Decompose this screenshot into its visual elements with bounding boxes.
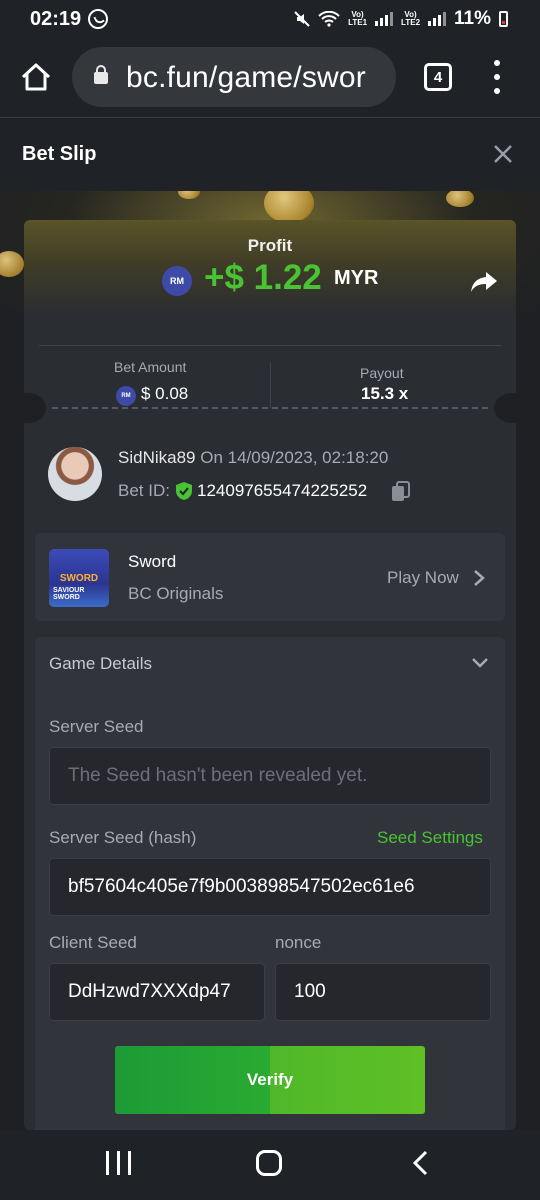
divider (270, 362, 271, 408)
close-icon[interactable] (492, 143, 514, 165)
payout-value: 15.3 x (361, 384, 409, 403)
thumb-subtitle: SAVIOUR SWORD (53, 587, 85, 601)
game-details-panel: Game Details Server Seed The Seed hasn't… (35, 637, 505, 1130)
shield-icon (176, 482, 192, 500)
recent-apps-icon[interactable] (106, 1151, 132, 1175)
lock-icon (94, 65, 108, 84)
nonce-label: nonce (275, 933, 322, 952)
tabs-icon[interactable]: 4 (424, 63, 452, 91)
bet-id-value: 124097655474225252 (197, 481, 368, 500)
lte1-icon: Vo) LTE1 (348, 10, 368, 27)
server-seed-hash-field[interactable]: bf57604c405e7f9b003898547502ec61e6 (49, 858, 491, 916)
menu-icon[interactable] (490, 60, 504, 94)
currency-badge: RM (116, 386, 136, 406)
game-row[interactable]: SWORD SAVIOUR SWORD Sword BC Originals P… (35, 533, 505, 621)
seed-settings-link[interactable]: Seed Settings (377, 828, 483, 848)
signal-1-icon (375, 12, 394, 26)
page-title: Bet Slip (22, 143, 97, 165)
url-text: bc.fun/game/swor (126, 61, 366, 94)
mute-icon (294, 11, 310, 27)
avatar[interactable] (48, 447, 102, 501)
address-bar[interactable]: bc.fun/game/swor (72, 47, 396, 107)
home-icon[interactable] (20, 62, 52, 92)
server-seed-hash-label: Server Seed (hash) (49, 828, 197, 847)
chevron-down-icon[interactable] (471, 657, 489, 669)
client-seed-label: Client Seed (49, 933, 137, 952)
currency-badge: RM (162, 266, 192, 296)
payout-label: Payout (360, 365, 404, 381)
bet-slip-header: Bet Slip (0, 119, 540, 191)
game-details-title[interactable]: Game Details (49, 654, 152, 674)
server-seed-field[interactable]: The Seed hasn't been revealed yet. (49, 747, 491, 805)
bet-id-label: Bet ID: (118, 481, 170, 500)
wifi-icon (318, 11, 340, 27)
bet-amount-value: $ 0.08 (141, 384, 189, 403)
play-now-link[interactable]: Play Now (387, 568, 459, 588)
dashed-separator (52, 407, 488, 409)
status-icons: Vo) LTE1 Vo) LTE2 11% (294, 8, 508, 30)
system-nav-bar (0, 1130, 540, 1200)
game-provider: BC Originals (128, 584, 224, 603)
battery-icon (499, 11, 508, 27)
whatsapp-icon (88, 9, 108, 29)
back-icon[interactable] (410, 1150, 430, 1176)
server-seed-label: Server Seed (49, 717, 144, 736)
thumb-title: SWORD (59, 573, 99, 584)
username[interactable]: SidNika89 (118, 448, 196, 467)
client-seed-field[interactable]: DdHzwd7XXXdp47 (49, 963, 265, 1021)
profit-currency: MYR (334, 267, 379, 289)
browser-toolbar: bc.fun/game/swor 4 (0, 38, 540, 118)
divider (39, 345, 501, 346)
bet-amount-label: Bet Amount (114, 359, 187, 375)
profit-value: +$ 1.22 (204, 258, 322, 297)
user-line: SidNika89 On 14/09/2023, 02:18:20 (118, 448, 388, 468)
game-name: Sword (128, 552, 177, 571)
nonce-field[interactable]: 100 (275, 963, 491, 1021)
battery-percent: 11% (454, 8, 491, 29)
verify-button[interactable]: Verify (115, 1046, 425, 1114)
home-nav-icon[interactable] (256, 1150, 282, 1176)
bet-date: On 14/09/2023, 02:18:20 (200, 448, 389, 467)
chevron-right-icon[interactable] (473, 569, 485, 587)
copy-icon[interactable] (391, 481, 411, 503)
ticket-notch (10, 393, 46, 423)
profit-label: Profit (247, 236, 293, 255)
game-thumbnail[interactable]: SWORD SAVIOUR SWORD (49, 549, 109, 607)
status-time: 02:19 (30, 8, 82, 30)
ticket-notch (494, 393, 530, 423)
status-bar: 02:19 Vo) LTE1 Vo) LTE2 11% (0, 0, 540, 38)
share-icon[interactable] (470, 270, 498, 294)
signal-2-icon (428, 12, 447, 26)
lte2-icon: Vo) LTE2 (401, 10, 421, 27)
